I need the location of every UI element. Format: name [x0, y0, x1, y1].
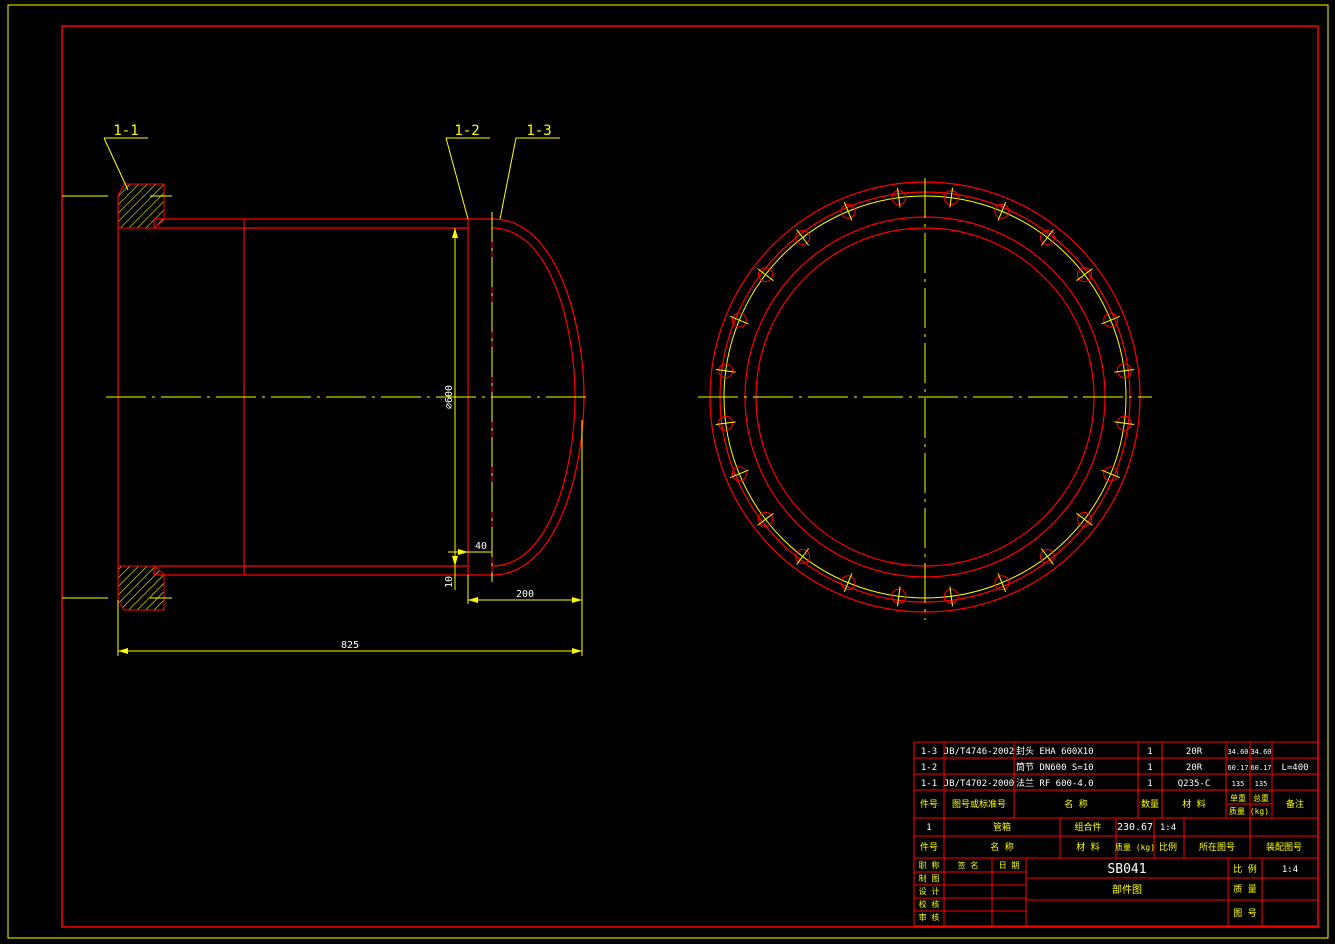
bom-r2-qty: 1	[1147, 763, 1152, 773]
bom-r2-no: 1-2	[921, 763, 937, 773]
bom-r1-mat: 20R	[1186, 747, 1203, 757]
bom-r2-w2: 60.17	[1250, 764, 1271, 772]
asm-h-name: 名 称	[990, 841, 1013, 853]
part-label-1-1: 1-1	[113, 123, 138, 139]
bom-r2-w1: 60.17	[1227, 764, 1248, 772]
drawing-name: 部件图	[1112, 883, 1142, 896]
drawing-border	[61, 25, 1319, 928]
bom-r1-std: JB/T4746-2002	[944, 747, 1014, 757]
tb-row-4: 审 核	[919, 912, 940, 922]
tb-date: 日 期	[999, 861, 1020, 870]
bom-h-wtotal: 总重	[1253, 793, 1269, 803]
cad-drawing: ∅600 40 10 200 825 1-1 1-2 1-3 1-3 JB/T4…	[7, 4, 1329, 939]
assembly-table: 1 管箱 组合件 230.67 1:4 件号 名 称 材 料 质量 (kg) 比…	[920, 821, 1302, 853]
side-view: ∅600 40 10 200 825 1-1 1-2 1-3	[62, 123, 588, 656]
part-label-1-2: 1-2	[454, 123, 479, 139]
bom-h-wsingle: 单重	[1230, 793, 1246, 803]
tb-weight-label: 质 量	[1233, 883, 1256, 895]
tb-scale: 1:4	[1282, 865, 1298, 875]
asm-qty-label: 组合件	[1074, 821, 1101, 833]
dim-diameter: ∅600	[444, 385, 455, 409]
bom-r1-qty: 1	[1147, 747, 1152, 757]
asm-h-mat: 材 料	[1076, 841, 1099, 853]
bom-r3-no: 1-1	[921, 779, 937, 789]
bom-r3-mat: Q235-C	[1178, 779, 1211, 789]
bom-r1-name: 封头 EHA 600X10	[1016, 745, 1094, 757]
bom-h-mat: 材 料	[1182, 798, 1205, 810]
outer-frame	[7, 4, 1329, 939]
part-label-1-3: 1-3	[526, 123, 551, 139]
bom-r3-name: 法兰 RF 600-4.0	[1016, 777, 1094, 789]
flange-section-bottom	[117, 565, 165, 611]
bom-r3-w1: 135	[1232, 780, 1245, 788]
asm-no: 1	[926, 823, 931, 833]
asm-h-asm: 装配图号	[1266, 841, 1302, 853]
bom-r2-mat: 20R	[1186, 763, 1203, 773]
tb-scale-label: 比 例	[1233, 863, 1256, 875]
dim-10: 10	[444, 576, 455, 588]
tb-row-2: 设 计	[919, 886, 940, 896]
asm-h-no: 件号	[920, 841, 938, 853]
bom-h-no: 件号	[920, 798, 938, 810]
asm-name: 管箱	[993, 821, 1011, 833]
tb-row-0: 职 称	[919, 860, 940, 870]
bom-r3-std: JB/T4702-2000	[944, 779, 1014, 789]
bom-r2-name: 筒节 DN600 S=10	[1016, 761, 1094, 773]
asm-h-draw: 所在图号	[1199, 841, 1235, 853]
asm-h-weight: 质量 (kg)	[1115, 842, 1155, 852]
bom-r1-no: 1-3	[921, 747, 937, 757]
bom-h-qty: 数量	[1141, 798, 1159, 810]
dim-40: 40	[475, 541, 487, 552]
drawing-number: SB041	[1107, 862, 1146, 877]
tb-row-1: 制 图	[919, 873, 940, 883]
bom-h-wunit: 质量 (kg)	[1229, 806, 1269, 816]
bom-r1-w2: 34.60	[1250, 748, 1271, 756]
asm-scale: 1:4	[1160, 823, 1176, 833]
bom-r3-qty: 1	[1147, 779, 1152, 789]
bom-h-name: 名 称	[1064, 798, 1087, 810]
bom-r2-note: L=400	[1281, 763, 1308, 773]
bom-h-note: 备注	[1286, 798, 1304, 810]
dim-200: 200	[516, 589, 534, 600]
bom-r3-w2: 135	[1255, 780, 1268, 788]
bom-r1-w1: 34.60	[1227, 748, 1248, 756]
asm-h-ratio: 比例	[1159, 841, 1177, 853]
tb-sheet-label: 图 号	[1233, 908, 1256, 919]
flange-front-view	[698, 178, 1152, 620]
flange-section-top	[117, 183, 165, 229]
bom-h-std: 图号或标准号	[952, 798, 1006, 810]
tb-row-3: 校 核	[919, 899, 940, 909]
asm-weight: 230.67	[1117, 822, 1153, 833]
title-info: 职 称 制 图 设 计 校 核 审 核 签 名 日 期 SB041 部件图 比 …	[919, 860, 1299, 922]
tb-sign: 签 名	[958, 860, 979, 870]
dim-825: 825	[341, 640, 359, 651]
